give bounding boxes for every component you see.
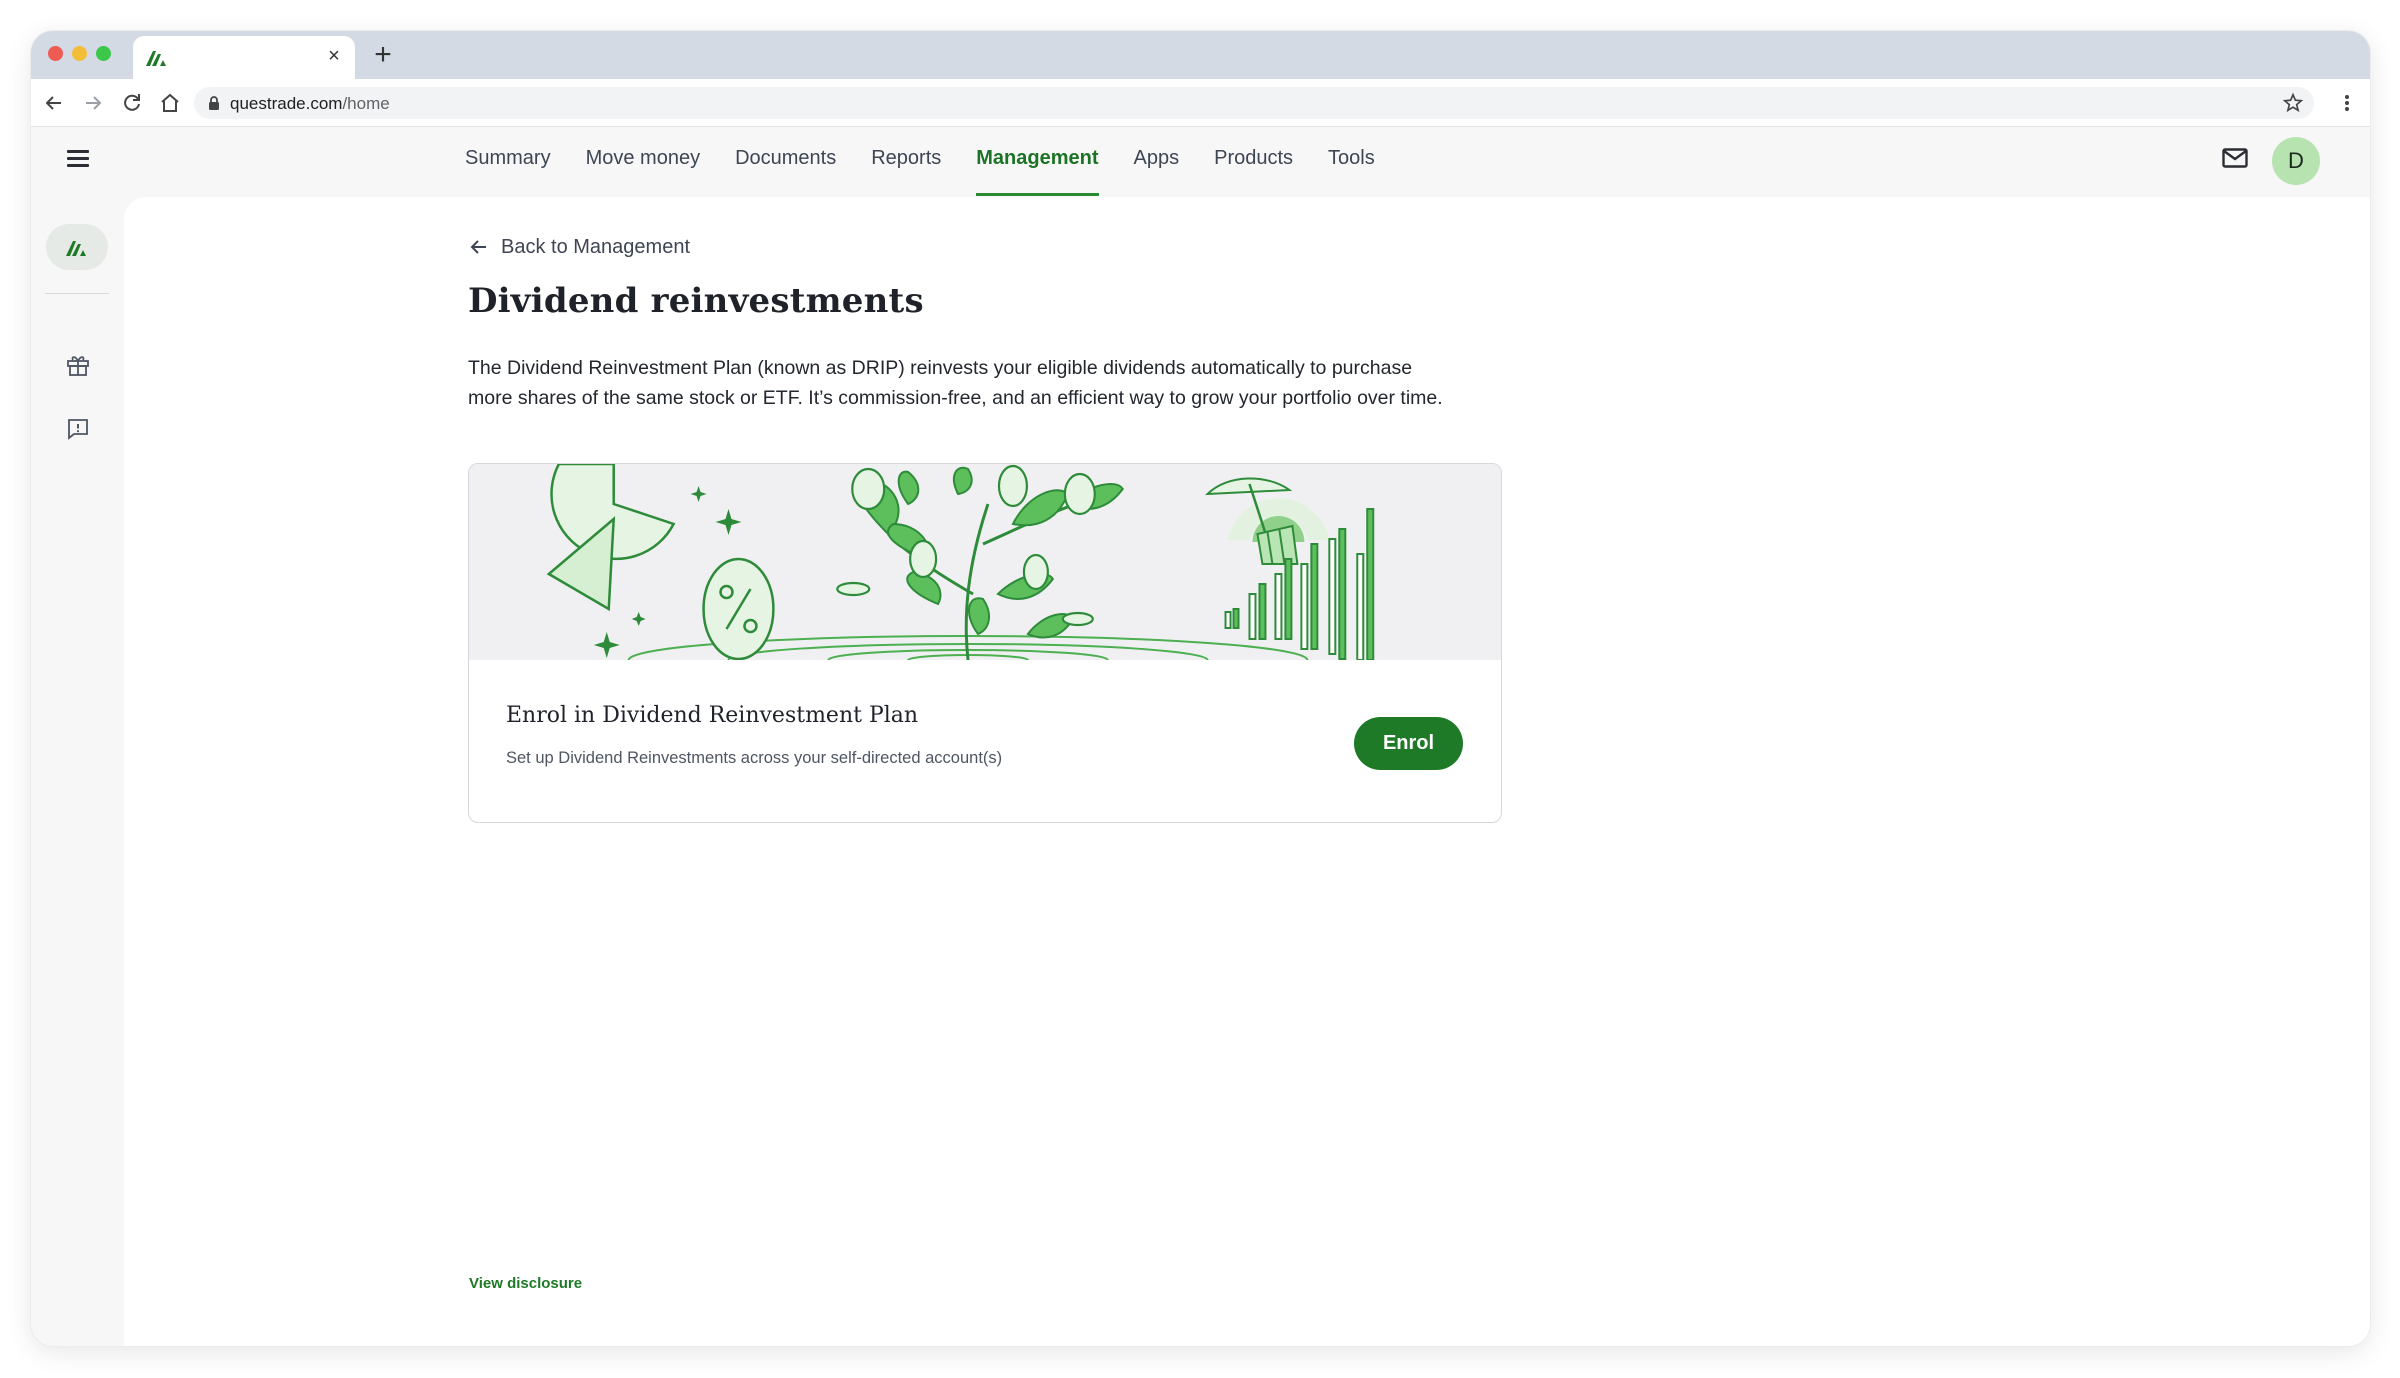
main-content: Back to Management Dividend reinvestment… (124, 197, 2370, 1346)
back-arrow-icon[interactable] (42, 91, 66, 115)
minimize-window-button[interactable] (72, 46, 87, 61)
page-description: The Dividend Reinvestment Plan (known as… (468, 357, 1443, 409)
browser-window: × + questrade.com/home Summary Move mone… (31, 31, 2370, 1346)
enrol-button[interactable]: Enrol (1354, 717, 1463, 770)
card-subtitle: Set up Dividend Reinvestments across you… (506, 749, 1003, 767)
browser-toolbar: questrade.com/home (31, 79, 2370, 127)
back-arrow-icon (470, 240, 486, 254)
nav-item-apps[interactable]: Apps (1134, 128, 1180, 197)
questrade-logo-icon (146, 51, 166, 66)
home-icon[interactable] (158, 91, 182, 115)
growth-illustration (469, 464, 1501, 660)
mail-icon[interactable] (2222, 148, 2248, 168)
view-disclosure-link[interactable]: View disclosure (469, 1275, 582, 1292)
maximize-window-button[interactable] (96, 46, 111, 61)
back-link-label: Back to Management (501, 235, 690, 258)
gift-icon[interactable] (65, 352, 91, 378)
reload-icon[interactable] (120, 91, 144, 115)
feedback-icon[interactable] (65, 416, 91, 442)
app-area: Summary Move money Documents Reports Man… (31, 128, 2370, 1346)
forward-arrow-icon[interactable] (81, 91, 105, 115)
nav-item-summary[interactable]: Summary (465, 128, 551, 197)
nav-item-documents[interactable]: Documents (735, 128, 836, 197)
hamburger-menu-icon[interactable] (65, 146, 93, 170)
drip-enrol-card: Enrol in Dividend Reinvestment Plan Set … (468, 463, 1502, 823)
avatar[interactable]: D (2272, 137, 2320, 185)
kebab-menu-icon[interactable] (2342, 91, 2352, 115)
nav-item-management[interactable]: Management (976, 128, 1099, 197)
new-tab-button[interactable]: + (368, 40, 398, 71)
back-to-management-link[interactable]: Back to Management (469, 233, 690, 261)
page-title: Dividend reinvestments (468, 281, 924, 321)
nav-item-move-money[interactable]: Move money (586, 128, 701, 197)
url-text: questrade.com/home (230, 94, 390, 113)
rail-divider (45, 293, 109, 294)
lock-icon (209, 96, 219, 110)
main-nav: Summary Move money Documents Reports Man… (465, 128, 1410, 197)
card-title: Enrol in Dividend Reinvestment Plan (506, 703, 919, 728)
tab-strip: × + (31, 31, 2370, 79)
left-rail (31, 197, 124, 1346)
rail-home-button[interactable] (46, 224, 108, 270)
nav-item-products[interactable]: Products (1214, 128, 1293, 197)
address-bar[interactable]: questrade.com/home (194, 87, 2314, 119)
bookmark-star-icon[interactable] (2282, 92, 2304, 114)
nav-item-tools[interactable]: Tools (1328, 128, 1375, 197)
browser-tab[interactable]: × (133, 36, 355, 79)
close-window-button[interactable] (48, 46, 63, 61)
questrade-logo-icon (66, 241, 86, 256)
close-tab-icon[interactable]: × (321, 43, 347, 69)
nav-item-reports[interactable]: Reports (871, 128, 941, 197)
